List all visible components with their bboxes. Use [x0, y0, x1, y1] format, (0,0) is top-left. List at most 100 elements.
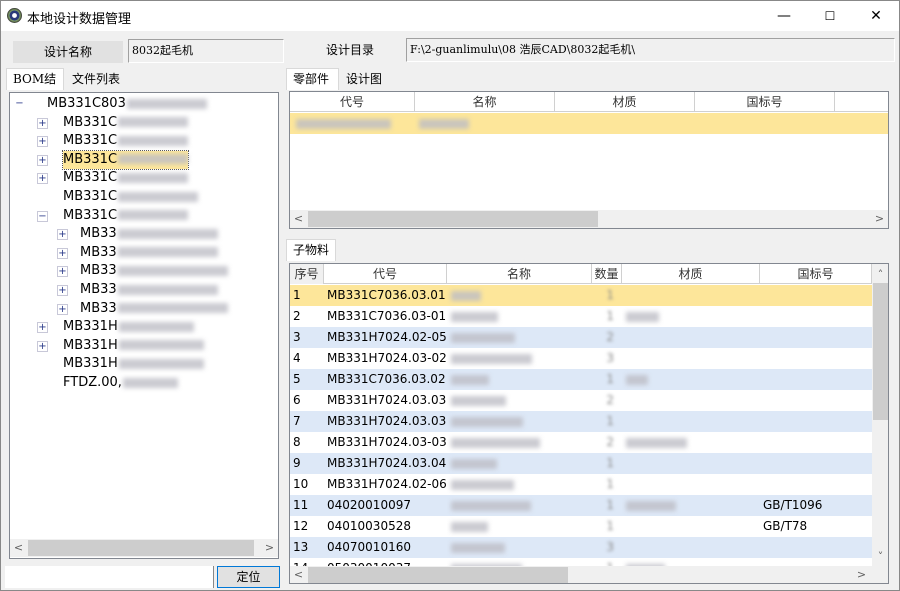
expand-icon[interactable]: +: [37, 322, 48, 334]
redacted-text: [451, 500, 531, 511]
tree-item[interactable]: FTDZ.00,: [63, 374, 178, 392]
tree-item[interactable]: MB33: [80, 262, 228, 280]
tree-item[interactable]: MB331C: [63, 114, 189, 132]
table-row[interactable]: 13 04070010160 3: [290, 537, 872, 558]
column-header[interactable]: 数量: [592, 264, 622, 284]
scroll-thumb[interactable]: [28, 540, 254, 556]
close-button[interactable]: ✕: [853, 1, 899, 31]
tree-item[interactable]: MB33: [80, 300, 228, 318]
redacted-text: [451, 437, 540, 448]
redacted-text: [296, 119, 391, 129]
table-row[interactable]: 9 MB331H7024.03.04 1: [290, 453, 872, 474]
parts-horizontal-scrollbar[interactable]: < >: [290, 210, 888, 228]
sub-grid-vertical-scrollbar[interactable]: ˄ ˅: [872, 264, 888, 566]
scroll-up-icon[interactable]: ˄: [872, 266, 888, 283]
scroll-down-icon[interactable]: ˅: [872, 548, 888, 565]
table-row[interactable]: 5 MB331C7036.03.02 1: [290, 369, 872, 390]
column-header[interactable]: 材质: [622, 264, 760, 284]
tree-item-label: MB33: [80, 282, 117, 297]
redacted-text: [126, 98, 207, 109]
table-row[interactable]: 4 MB331H7024.03-02 3: [290, 348, 872, 369]
table-row[interactable]: 3 MB331H7024.02-05 2: [290, 327, 872, 348]
tab-sub-materials[interactable]: 子物料: [286, 239, 336, 261]
tree-item[interactable]: MB33: [80, 281, 218, 299]
tree-item[interactable]: MB33: [80, 244, 218, 262]
scroll-left-icon[interactable]: <: [10, 539, 27, 556]
tree-item[interactable]: MB331C: [63, 188, 199, 206]
column-header[interactable]: 序号: [290, 264, 324, 284]
row-number-cell: 12: [293, 519, 309, 533]
tree-item[interactable]: MB331C803: [47, 95, 207, 113]
tab-design-docs[interactable]: 设计图档: [339, 68, 397, 106]
table-row[interactable]: 6 MB331H7024.03.03 2: [290, 390, 872, 411]
expand-icon[interactable]: +: [57, 266, 68, 278]
scroll-thumb[interactable]: [308, 211, 598, 227]
scroll-thumb[interactable]: [308, 567, 568, 583]
tree-item[interactable]: MB331H: [63, 337, 204, 355]
tree-item[interactable]: MB331H: [63, 355, 204, 373]
expand-icon[interactable]: +: [37, 136, 48, 148]
collapse-icon[interactable]: −: [37, 210, 48, 222]
tree-item-label: MB331H: [63, 337, 118, 353]
bom-tree[interactable]: − MB331C803 + MB331C + MB331C + MB331C + MB331C MB…: [9, 92, 279, 559]
tree-item[interactable]: MB331C: [61, 149, 190, 170]
table-row[interactable]: [290, 113, 888, 134]
tree-item[interactable]: MB331H: [63, 318, 194, 336]
table-row[interactable]: 12 04010030528 1 GB/T78: [290, 516, 872, 537]
redacted-text: [451, 332, 515, 343]
table-row[interactable]: 7 MB331H7024.03.03 1: [290, 411, 872, 432]
expand-icon[interactable]: +: [37, 154, 48, 166]
scroll-left-icon[interactable]: <: [290, 566, 307, 583]
parts-grid[interactable]: 代号 名称 材质 国标号 < >: [289, 91, 889, 229]
table-row[interactable]: 2 MB331C7036.03-01 1: [290, 306, 872, 327]
scroll-right-icon[interactable]: >: [261, 539, 278, 556]
expand-icon[interactable]: +: [37, 117, 48, 129]
design-name-field[interactable]: 8032起毛机: [128, 39, 284, 63]
sub-grid-horizontal-scrollbar[interactable]: < >: [290, 566, 888, 583]
row-number-cell: 6: [293, 393, 301, 407]
tree-horizontal-scrollbar[interactable]: < >: [10, 539, 278, 557]
column-header[interactable]: 国标号: [760, 264, 872, 284]
expand-icon[interactable]: +: [57, 247, 68, 259]
maximize-button[interactable]: ☐: [807, 1, 853, 31]
material-cell: [622, 474, 760, 495]
tab-bom-structure[interactable]: BOM结构: [6, 68, 64, 106]
tab-file-list[interactable]: 文件列表: [65, 68, 127, 90]
tree-item[interactable]: MB331C: [63, 207, 189, 225]
column-header[interactable]: 名称: [447, 264, 592, 284]
expand-icon[interactable]: +: [57, 285, 68, 296]
expand-icon[interactable]: +: [57, 229, 68, 241]
collapse-icon[interactable]: −: [14, 99, 25, 110]
expand-icon[interactable]: +: [57, 303, 68, 315]
expand-icon[interactable]: +: [37, 173, 48, 185]
minimize-button[interactable]: —: [761, 1, 807, 31]
column-header[interactable]: 材质: [555, 92, 695, 112]
tree-item[interactable]: MB331C: [63, 169, 189, 187]
scroll-right-icon[interactable]: >: [871, 210, 888, 227]
tree-item[interactable]: MB331C: [63, 132, 189, 150]
material-cell: [622, 495, 760, 516]
scroll-right-icon[interactable]: >: [853, 566, 870, 583]
scroll-thumb[interactable]: [873, 283, 888, 420]
column-header[interactable]: 名称: [415, 92, 555, 112]
expand-icon[interactable]: +: [37, 340, 48, 352]
scroll-left-icon[interactable]: <: [290, 210, 307, 227]
column-header[interactable]: 国标号: [695, 92, 835, 112]
locate-input[interactable]: [5, 566, 214, 588]
design-dir-field[interactable]: F:\2-guanlimulu\08 浩辰CAD\8032起毛机\: [406, 38, 895, 62]
table-row[interactable]: 10 MB331H7024.02-06 1: [290, 474, 872, 495]
tab-parts[interactable]: 零部件: [286, 68, 339, 90]
table-row[interactable]: 8 MB331H7024.03-03 2: [290, 432, 872, 453]
quantity-cell: 1: [606, 456, 614, 470]
locate-button[interactable]: 定位: [217, 566, 280, 588]
standard-cell: [760, 432, 872, 453]
table-row[interactable]: 1 MB331C7036.03.01 1: [290, 285, 872, 306]
code-cell: MB331C7036.03.01: [327, 288, 446, 302]
column-header[interactable]: 代号: [290, 92, 415, 112]
column-header[interactable]: 代号: [324, 264, 447, 284]
sub-materials-grid[interactable]: 序号 代号 名称 数量 材质 国标号 140503001003711304070…: [289, 263, 889, 584]
table-row[interactable]: 11 04020010097 1 GB/T1096: [290, 495, 872, 516]
material-cell: [622, 285, 760, 306]
code-cell: MB331H7024.03-03: [327, 435, 447, 449]
tree-item[interactable]: MB33: [80, 225, 218, 243]
